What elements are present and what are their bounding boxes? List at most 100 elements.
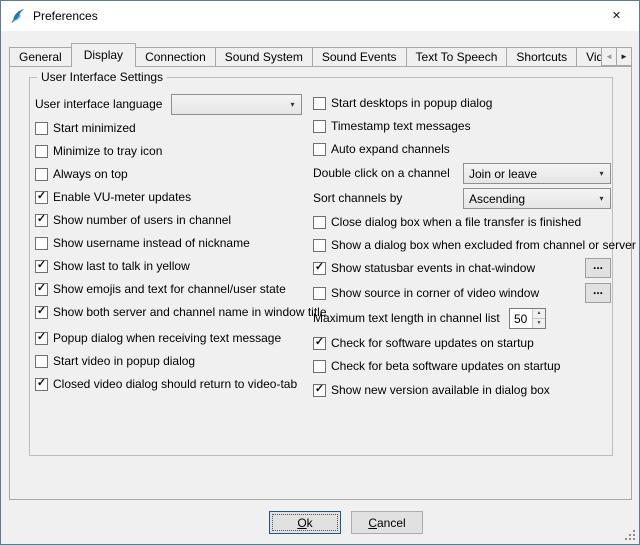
checkbox-label[interactable]: Start video in popup dialog — [53, 354, 195, 368]
row-show-user-count: ✓ Show number of users in channel — [35, 212, 231, 228]
row-statusbar-events: ✓ Show statusbar events in chat-window — [313, 260, 535, 276]
checkbox-window-title-names[interactable]: ✓ — [35, 306, 48, 319]
checkbox-label[interactable]: Start desktops in popup dialog — [331, 96, 492, 110]
checkbox-label[interactable]: Show emojis and text for channel/user st… — [53, 282, 286, 296]
checkbox-start-minimized[interactable]: ✓ — [35, 122, 48, 135]
checkbox-label[interactable]: Enable VU-meter updates — [53, 190, 191, 204]
tab-sound-system[interactable]: Sound System — [215, 47, 313, 66]
window-title: Preferences — [33, 9, 98, 23]
check-icon: ✓ — [315, 262, 324, 273]
checkbox-label[interactable]: Check for software updates on startup — [331, 336, 534, 350]
tab-scroll-prev-button[interactable]: ◄ — [601, 47, 617, 66]
checkbox-label[interactable]: Popup dialog when receiving text message — [53, 331, 281, 345]
checkbox-excluded-dialog[interactable]: ✓ — [313, 239, 326, 252]
checkbox-label[interactable]: Timestamp text messages — [331, 119, 471, 133]
statusbar-events-config-button[interactable]: ... — [585, 258, 611, 278]
cancel-label: C — [368, 516, 377, 530]
checkbox-label[interactable]: Show source in corner of video window — [331, 286, 539, 300]
checkbox-video-source-corner[interactable]: ✓ — [313, 287, 326, 300]
language-combobox[interactable]: ▾ — [171, 94, 302, 115]
close-button[interactable]: ✕ — [594, 1, 639, 30]
checkbox-label[interactable]: Auto expand channels — [331, 142, 450, 156]
checkbox-label[interactable]: Closed video dialog should return to vid… — [53, 377, 297, 391]
tab-connection[interactable]: Connection — [135, 47, 216, 66]
check-icon: ✓ — [37, 191, 46, 202]
max-text-length-spinner[interactable]: 50 ▲ ▼ — [509, 308, 546, 329]
check-icon: ✓ — [37, 214, 46, 225]
check-icon: ✓ — [315, 337, 324, 348]
tab-general[interactable]: General — [9, 47, 72, 66]
sort-channels-combobox[interactable]: Ascending ▾ — [463, 188, 611, 209]
row-minimize-to-tray: ✓ Minimize to tray icon — [35, 143, 162, 159]
spin-down-icon: ▼ — [537, 320, 542, 326]
checkbox-desktops-popup[interactable]: ✓ — [313, 97, 326, 110]
checkbox-video-popup[interactable]: ✓ — [35, 355, 48, 368]
spinner-buttons: ▲ ▼ — [532, 309, 545, 328]
checkbox-timestamp-messages[interactable]: ✓ — [313, 120, 326, 133]
row-popup-text-message: ✓ Popup dialog when receiving text messa… — [35, 330, 281, 346]
tab-scroll-buttons: ◄ ► — [601, 47, 632, 66]
checkbox-show-user-count[interactable]: ✓ — [35, 214, 48, 227]
groupbox-title: User Interface Settings — [37, 70, 167, 84]
tab-sound-events[interactable]: Sound Events — [312, 47, 407, 66]
checkbox-label[interactable]: Show last to talk in yellow — [53, 259, 190, 273]
app-icon[interactable] — [10, 8, 26, 24]
checkbox-vu-meter[interactable]: ✓ — [35, 191, 48, 204]
tab-scroll-next-button[interactable]: ► — [616, 47, 632, 66]
tab-video[interactable]: Video — [576, 47, 601, 66]
tab-next-icon: ► — [620, 52, 628, 61]
checkbox-beta-updates[interactable]: ✓ — [313, 360, 326, 373]
resize-grip[interactable] — [624, 529, 636, 541]
checkbox-new-version-dialog[interactable]: ✓ — [313, 384, 326, 397]
checkbox-minimize-to-tray[interactable]: ✓ — [35, 145, 48, 158]
row-vu-meter: ✓ Enable VU-meter updates — [35, 189, 191, 205]
tab-shortcuts[interactable]: Shortcuts — [506, 47, 577, 66]
row-double-click: Double click on a channel — [313, 165, 450, 181]
checkbox-auto-expand[interactable]: ✓ — [313, 143, 326, 156]
video-source-config-button[interactable]: ... — [585, 283, 611, 303]
checkbox-updates-startup[interactable]: ✓ — [313, 337, 326, 350]
cancel-label-rest: ancel — [377, 516, 406, 530]
checkbox-label[interactable]: Show a dialog box when excluded from cha… — [331, 238, 636, 252]
checkbox-label[interactable]: Show new version available in dialog box — [331, 383, 550, 397]
checkbox-label[interactable]: Close dialog box when a file transfer is… — [331, 215, 581, 229]
checkbox-last-to-talk[interactable]: ✓ — [35, 260, 48, 273]
checkbox-label[interactable]: Always on top — [53, 167, 128, 181]
checkbox-label[interactable]: Show statusbar events in chat-window — [331, 261, 535, 275]
spin-up-button[interactable]: ▲ — [533, 309, 545, 318]
checkbox-close-on-transfer[interactable]: ✓ — [313, 216, 326, 229]
tab-prev-icon: ◄ — [605, 52, 613, 61]
checkbox-show-username[interactable]: ✓ — [35, 237, 48, 250]
titlebar[interactable]: Preferences ✕ — [1, 1, 639, 31]
row-excluded-dialog: ✓ Show a dialog box when excluded from c… — [313, 237, 636, 253]
checkbox-label[interactable]: Show username instead of nickname — [53, 236, 250, 250]
row-video-return-tab: ✓ Closed video dialog should return to v… — [35, 376, 297, 392]
checkbox-label[interactable]: Start minimized — [53, 121, 136, 135]
checkbox-video-return-tab[interactable]: ✓ — [35, 378, 48, 391]
checkbox-always-on-top[interactable]: ✓ — [35, 168, 48, 181]
row-show-username: ✓ Show username instead of nickname — [35, 235, 250, 251]
max-text-length-value[interactable]: 50 — [510, 309, 532, 328]
checkbox-popup-text-message[interactable]: ✓ — [35, 332, 48, 345]
tab-text-to-speech[interactable]: Text To Speech — [406, 47, 508, 66]
checkbox-statusbar-events[interactable]: ✓ — [313, 262, 326, 275]
checkbox-emoji-state[interactable]: ✓ — [35, 283, 48, 296]
check-icon: ✓ — [37, 283, 46, 294]
row-timestamp-messages: ✓ Timestamp text messages — [313, 118, 471, 134]
checkbox-label[interactable]: Show both server and channel name in win… — [53, 305, 327, 319]
checkbox-label[interactable]: Show number of users in channel — [53, 213, 231, 227]
cancel-button[interactable]: Cancel — [351, 511, 423, 534]
double-click-combobox[interactable]: Join or leave ▾ — [463, 163, 611, 184]
checkbox-label[interactable]: Minimize to tray icon — [53, 144, 162, 158]
check-icon: ✓ — [315, 384, 324, 395]
row-beta-updates: ✓ Check for beta software updates on sta… — [313, 358, 560, 374]
preferences-window: Preferences ✕ General Display Connection… — [0, 0, 640, 545]
spin-down-button[interactable]: ▼ — [533, 318, 545, 328]
check-icon: ✓ — [37, 260, 46, 271]
checkbox-label[interactable]: Check for beta software updates on start… — [331, 359, 560, 373]
check-icon: ✓ — [37, 378, 46, 389]
check-icon: ✓ — [37, 332, 46, 343]
ok-label: O — [297, 516, 306, 530]
tab-display[interactable]: Display — [71, 43, 136, 67]
ok-button[interactable]: Ok — [269, 511, 341, 534]
